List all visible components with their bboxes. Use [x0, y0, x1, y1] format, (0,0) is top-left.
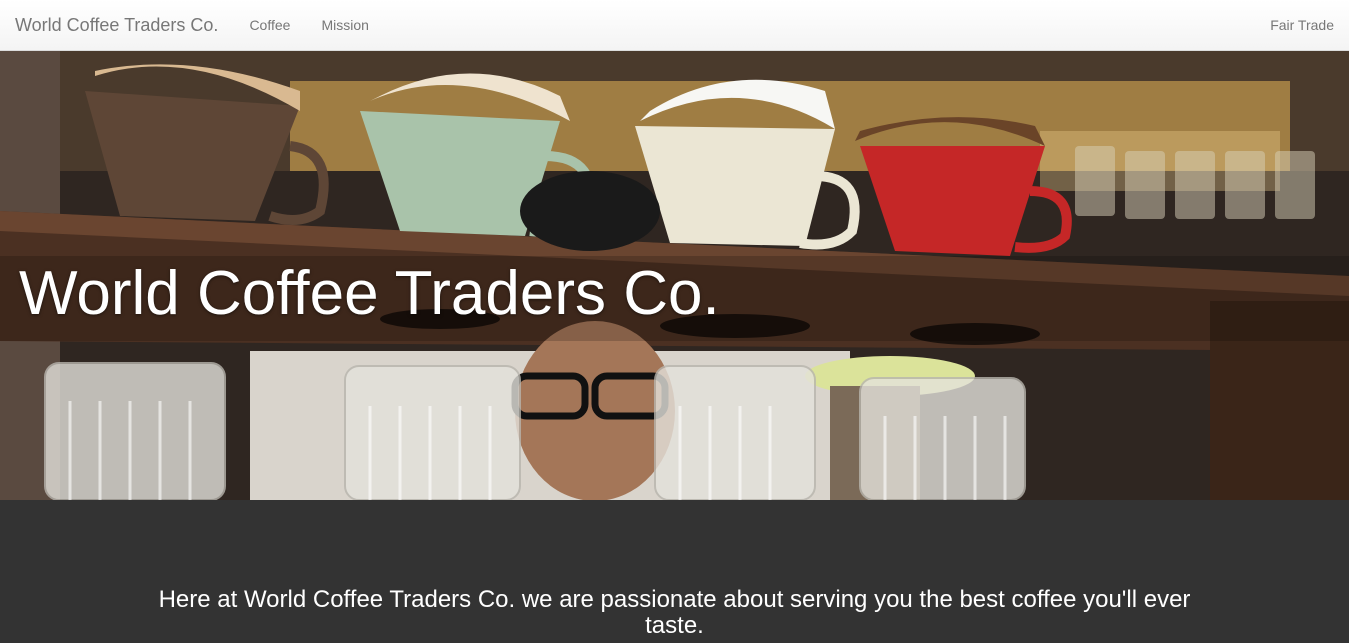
- intro-section: Here at World Coffee Traders Co. we are …: [0, 500, 1349, 643]
- brand-link[interactable]: World Coffee Traders Co.: [15, 15, 218, 36]
- intro-tagline: Here at World Coffee Traders Co. we are …: [158, 586, 1191, 639]
- navbar: World Coffee Traders Co. Coffee Mission …: [0, 0, 1349, 51]
- nav-link-fair-trade[interactable]: Fair Trade: [1270, 17, 1334, 33]
- nav-link-coffee[interactable]: Coffee: [249, 17, 290, 33]
- nav-link-mission[interactable]: Mission: [321, 17, 368, 33]
- hero-title: World Coffee Traders Co.: [19, 259, 720, 328]
- hero-banner: World Coffee Traders Co.: [0, 51, 1349, 500]
